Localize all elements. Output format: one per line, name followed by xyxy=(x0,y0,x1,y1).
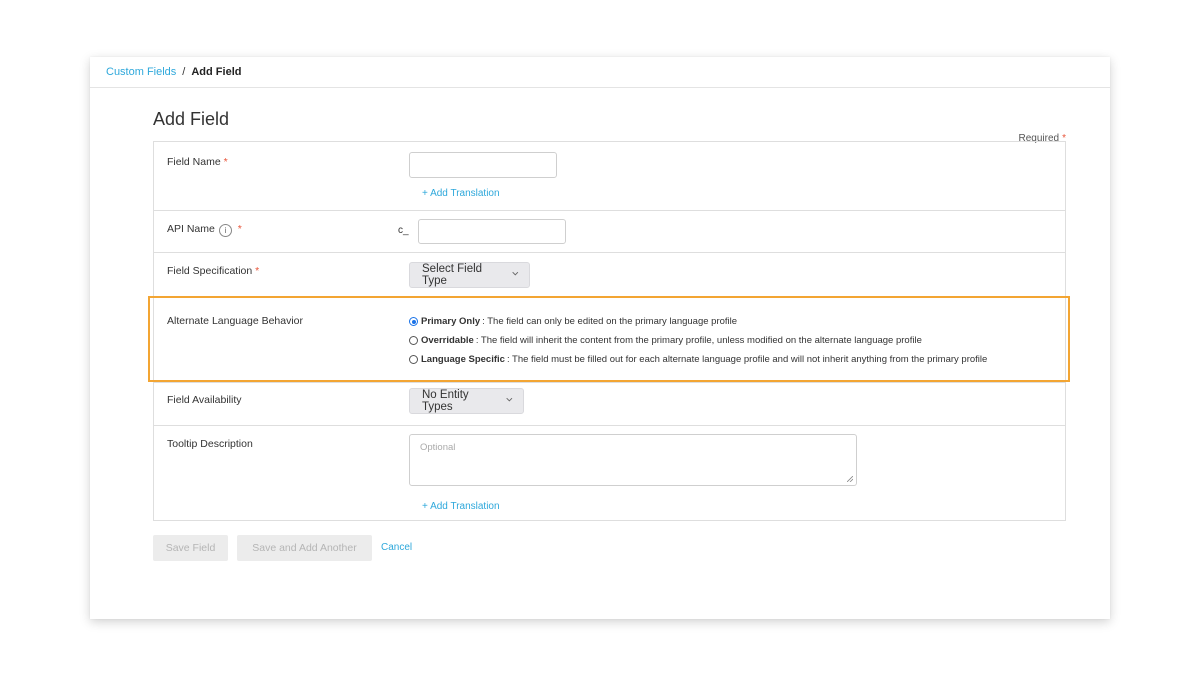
radio-option-language-specific-description: : The field must be filled out for each … xyxy=(506,354,988,365)
tooltip-add-translation-link[interactable]: + Add Translation xyxy=(422,501,500,512)
breadcrumb-current: Add Field xyxy=(191,66,242,78)
radio-button-language-specific[interactable] xyxy=(409,355,418,364)
api-name-prefix: c_ xyxy=(398,225,409,236)
tooltip-description-textarea[interactable]: Optional xyxy=(409,434,857,486)
radio-option-overridable[interactable]: Overridable: The field will inherit the … xyxy=(409,335,922,346)
field-specification-label: Field Specification * xyxy=(167,265,259,277)
chevron-down-icon xyxy=(506,397,513,401)
radio-option-primary-only-description: : The field can only be edited on the pr… xyxy=(482,316,738,327)
breadcrumb: Custom Fields / Add Field xyxy=(106,66,241,78)
api-name-row: API Name i * c_ xyxy=(154,210,1065,253)
radio-option-overridable-description: : The field will inherit the content fro… xyxy=(475,335,922,346)
field-specification-required-star: * xyxy=(255,265,260,277)
info-icon[interactable]: i xyxy=(218,224,232,237)
breadcrumb-custom-fields-link[interactable]: Custom Fields xyxy=(106,66,176,78)
cancel-link[interactable]: Cancel xyxy=(381,542,412,553)
field-name-add-translation-link[interactable]: + Add Translation xyxy=(422,188,500,199)
radio-option-language-specific[interactable]: Language Specific: The field must be fil… xyxy=(409,354,987,365)
radio-option-primary-only-title: Primary Only xyxy=(421,316,481,327)
resize-grip-icon[interactable] xyxy=(847,476,853,482)
field-availability-row: Field Availability No Entity Types xyxy=(154,382,1065,426)
tooltip-description-row: Tooltip Description Optional + Add Trans… xyxy=(154,425,1065,522)
api-name-label-text: API Name xyxy=(167,223,215,235)
api-name-label: API Name i * xyxy=(167,223,242,237)
radio-button-primary-only[interactable] xyxy=(409,317,418,326)
field-specification-row: Field Specification * Select Field Type xyxy=(154,252,1065,297)
field-name-row: Field Name * + Add Translation xyxy=(154,142,1065,211)
page-title: Add Field xyxy=(153,109,230,129)
breadcrumb-divider xyxy=(90,87,1110,88)
api-name-input[interactable] xyxy=(418,219,566,244)
field-availability-label: Field Availability xyxy=(167,394,242,406)
field-name-label: Field Name * xyxy=(167,156,228,168)
alternate-language-label: Alternate Language Behavior xyxy=(167,315,304,327)
radio-button-overridable[interactable] xyxy=(409,336,418,345)
entity-types-dropdown[interactable]: No Entity Types xyxy=(409,388,524,414)
chevron-down-icon xyxy=(512,271,519,275)
field-name-label-text: Field Name xyxy=(167,156,221,168)
radio-option-language-specific-title: Language Specific xyxy=(421,354,505,365)
select-field-type-label: Select Field Type xyxy=(422,263,483,287)
api-name-required-star: * xyxy=(237,223,242,235)
save-and-add-another-button[interactable]: Save and Add Another xyxy=(237,535,372,561)
breadcrumb-separator: / xyxy=(182,66,186,78)
select-field-type-dropdown[interactable]: Select Field Type xyxy=(409,262,530,288)
add-field-form: Field Name * + Add Translation API Name i… xyxy=(153,141,1066,521)
field-name-input[interactable] xyxy=(409,152,557,178)
alternate-language-row: Alternate Language Behavior Primary Only… xyxy=(154,296,1065,383)
entity-types-label: No Entity Types xyxy=(422,389,469,413)
radio-option-overridable-title: Overridable xyxy=(421,335,474,346)
main-panel: Custom Fields / Add Field Add Field Requ… xyxy=(90,57,1110,619)
tooltip-description-label: Tooltip Description xyxy=(167,438,253,450)
field-specification-label-text: Field Specification xyxy=(167,265,253,277)
save-field-button[interactable]: Save Field xyxy=(153,535,228,561)
field-name-required-star: * xyxy=(223,156,228,168)
radio-option-primary-only[interactable]: Primary Only: The field can only be edit… xyxy=(409,316,737,327)
tooltip-description-placeholder: Optional xyxy=(420,442,456,453)
